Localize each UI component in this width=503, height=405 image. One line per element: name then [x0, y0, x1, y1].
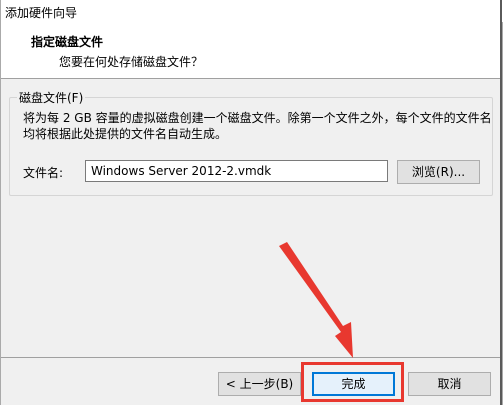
- title-bar[interactable]: 添加硬件向导: [1, 0, 503, 22]
- finish-button[interactable]: 完成: [312, 372, 395, 396]
- wizard-header: 指定磁盘文件 您要在何处存储磁盘文件？: [1, 22, 502, 79]
- disk-file-description: 将为每 2 GB 容量的虚拟磁盘创建一个磁盘文件。除第一个文件之外，每个文件的文…: [23, 111, 492, 141]
- window-right-edge: [500, 0, 502, 405]
- window-title: 添加硬件向导: [5, 6, 78, 20]
- add-hardware-wizard-window: 添加硬件向导 指定磁盘文件 您要在何处存储磁盘文件？ 磁盘文件(F) 将为每 2…: [0, 0, 503, 405]
- page-subtitle: 您要在何处存储磁盘文件？: [59, 55, 204, 69]
- disk-file-group-legend: 磁盘文件(F): [17, 89, 86, 106]
- filename-label: 文件名:: [23, 166, 64, 180]
- red-arrow-icon: [279, 242, 353, 358]
- back-button[interactable]: < 上一步(B): [218, 372, 301, 396]
- footer-divider: [1, 357, 502, 358]
- browse-button[interactable]: 浏览(R)...: [397, 160, 480, 184]
- cancel-button[interactable]: 取消: [408, 372, 491, 396]
- filename-input[interactable]: [85, 160, 388, 182]
- page-title: 指定磁盘文件: [31, 35, 104, 49]
